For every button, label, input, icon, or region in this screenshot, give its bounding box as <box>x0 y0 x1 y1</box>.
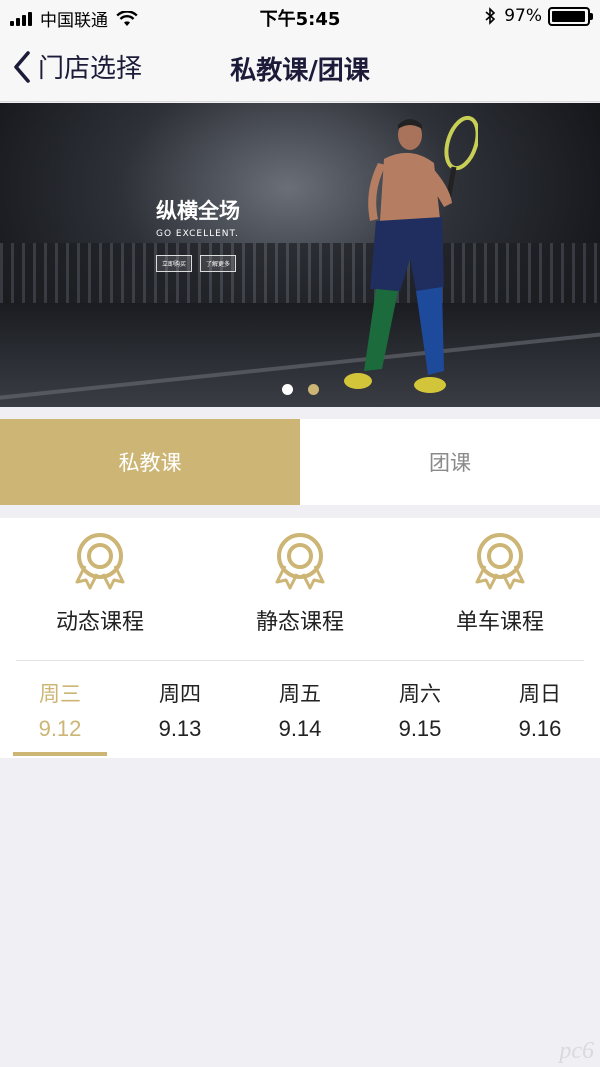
battery-icon <box>548 6 593 26</box>
category-static[interactable]: 静态课程 <box>200 518 400 660</box>
divider <box>16 660 584 661</box>
day-date: 9.12 <box>38 716 82 741</box>
stadium-stands <box>0 243 600 303</box>
day-date: 9.13 <box>158 716 202 741</box>
day-weekday: 周四 <box>159 682 201 706</box>
date-selector: 周三 9.12 周四 9.13 周五 9.14 周六 9.15 周日 9.16 <box>0 678 600 742</box>
day-weekday: 周三 <box>39 682 81 706</box>
tab-group-course[interactable]: 团课 <box>300 419 600 505</box>
carousel-dot-1[interactable] <box>282 384 293 395</box>
day-weekday: 周六 <box>399 682 441 706</box>
status-bar-right: 97% <box>484 6 593 26</box>
day-item[interactable]: 周五 9.14 <box>240 678 360 742</box>
course-category-panel: 动态课程 静态课程 单车课程 周三 9.12 周四 9.13 周五 9.14 周… <box>0 518 600 758</box>
category-label: 动态课程 <box>55 610 144 635</box>
tab-private-course[interactable]: 私教课 <box>0 419 300 505</box>
day-weekday: 周五 <box>279 682 321 706</box>
promo-banner[interactable]: 纵横全场 GO EXCELLENT. 立即购买 了解更多 <box>0 103 600 407</box>
banner-button-1[interactable]: 立即购买 <box>156 255 193 272</box>
day-item[interactable]: 周四 9.13 <box>120 678 240 742</box>
selected-day-indicator <box>13 752 107 756</box>
day-date: 9.16 <box>518 716 562 741</box>
carousel-dot-2[interactable] <box>308 384 319 395</box>
battery-percent: 97% <box>504 6 542 26</box>
day-date: 9.14 <box>278 716 322 741</box>
category-label: 单车课程 <box>455 610 544 635</box>
day-date: 9.15 <box>398 716 442 741</box>
day-weekday: 周日 <box>519 682 561 706</box>
carousel-dots <box>282 384 334 395</box>
category-list: 动态课程 静态课程 单车课程 <box>0 518 600 660</box>
page-title: 私教课/团课 <box>230 56 370 86</box>
bluetooth-icon <box>485 7 496 25</box>
course-type-tabs: 私教课 团课 <box>0 419 600 505</box>
day-item[interactable]: 周日 9.16 <box>480 678 600 742</box>
day-item[interactable]: 周六 9.15 <box>360 678 480 742</box>
status-bar: 中国联通 下午5:45 97% <box>0 0 600 34</box>
banner-slogan: 纵横全场 GO EXCELLENT. 立即购买 了解更多 <box>156 195 244 272</box>
award-medal-icon <box>75 533 125 590</box>
category-cycling[interactable]: 单车课程 <box>400 518 600 660</box>
day-item[interactable]: 周三 9.12 <box>0 678 120 742</box>
tennis-player-illustration <box>344 115 478 393</box>
award-medal-icon <box>475 533 525 590</box>
banner-button-2[interactable]: 了解更多 <box>200 255 237 272</box>
battery-fill <box>552 10 585 22</box>
watermark-logo: pc6 <box>559 1038 594 1064</box>
category-dynamic[interactable]: 动态课程 <box>0 518 200 660</box>
banner-buttons: 立即购买 了解更多 <box>156 255 244 272</box>
banner-subline: GO EXCELLENT. <box>156 229 239 239</box>
category-label: 静态课程 <box>255 610 344 635</box>
award-medal-icon <box>275 533 325 590</box>
navigation-bar: 门店选择 私教课/团课 <box>0 34 600 102</box>
banner-headline: 纵横全场 <box>156 199 240 223</box>
